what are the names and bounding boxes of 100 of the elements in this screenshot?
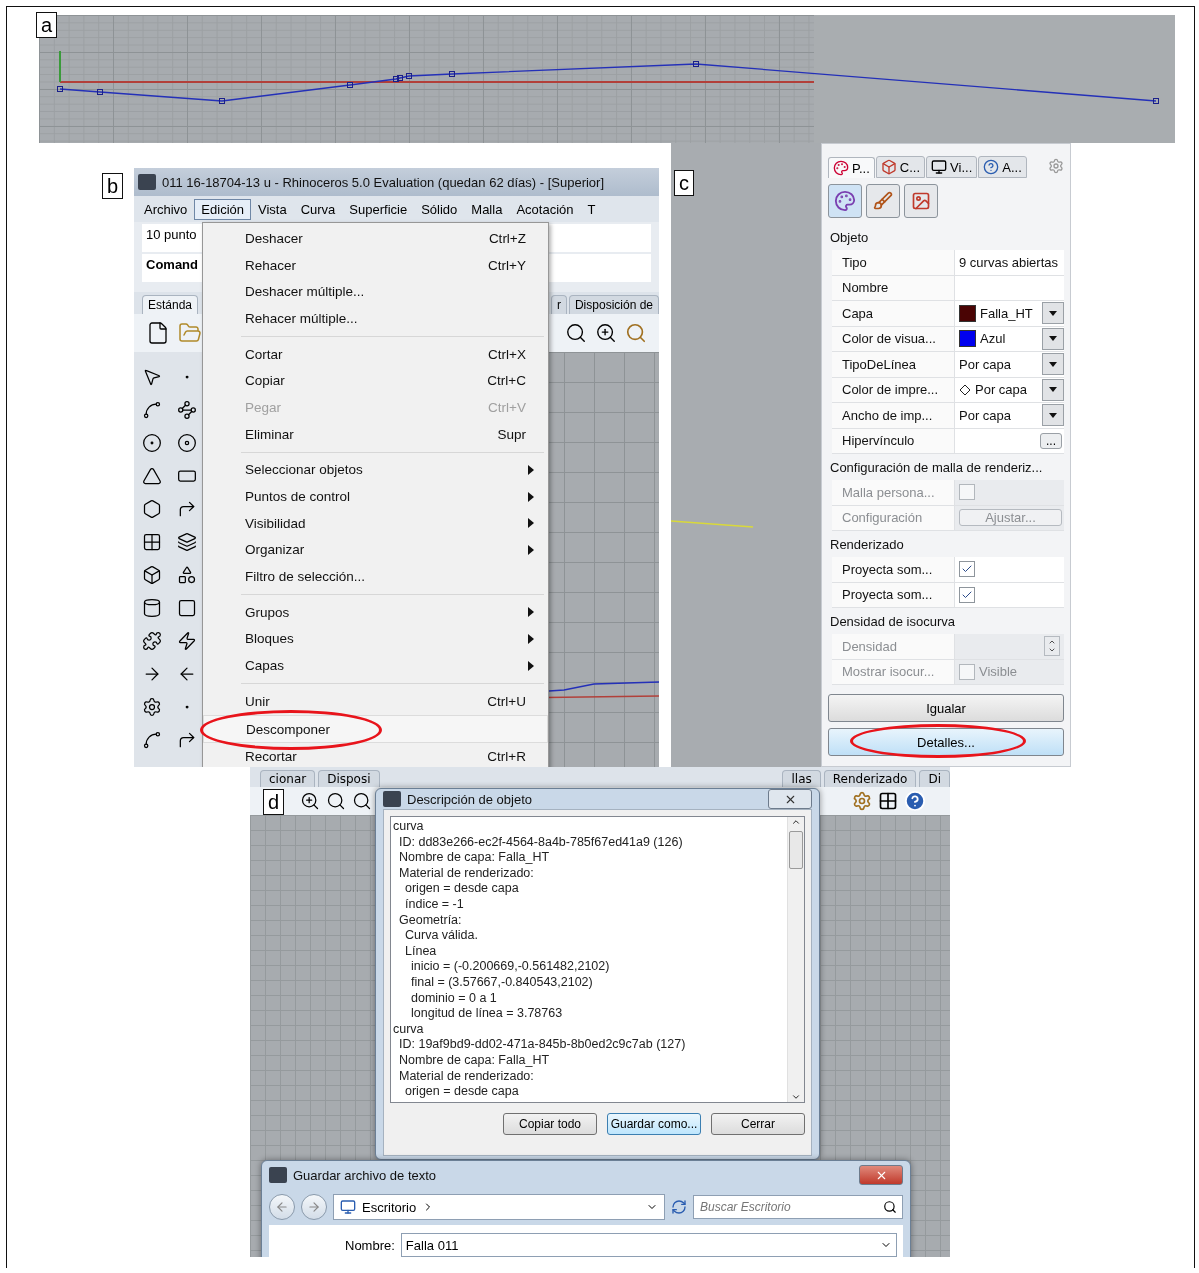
menu-item[interactable]: Eliminar Supr xyxy=(203,420,548,448)
polygon-icon[interactable] xyxy=(141,465,162,486)
dialog-button[interactable]: Cerrar xyxy=(711,1112,805,1135)
app-icon xyxy=(383,791,401,807)
section-title: Densidad de isocurva xyxy=(829,612,957,631)
refresh-icon[interactable] xyxy=(671,1199,687,1215)
shapes-icon[interactable] xyxy=(176,564,197,585)
menu-item[interactable]: Edición xyxy=(194,198,251,220)
up-caret-icon[interactable] xyxy=(791,817,801,827)
monitor-icon xyxy=(340,1199,356,1215)
close-button[interactable] xyxy=(768,789,812,809)
field-label: Nombre: xyxy=(345,1237,395,1253)
menu-item[interactable]: Grupos xyxy=(203,598,548,626)
menu-item[interactable]: Acotación xyxy=(509,198,581,220)
gear-icon[interactable] xyxy=(141,696,162,717)
texture-button[interactable] xyxy=(904,184,938,218)
menu-item[interactable]: Capas xyxy=(203,652,548,679)
location-bar[interactable]: Escritorio xyxy=(333,1194,665,1220)
close-button[interactable] xyxy=(859,1165,903,1185)
toolbar-tab[interactable]: r xyxy=(550,295,567,314)
menu-item[interactable]: Filtro de selección... xyxy=(203,563,548,590)
menu-item[interactable]: Recortar Ctrl+R xyxy=(203,743,548,767)
menu-item[interactable]: Descomponer xyxy=(203,714,548,744)
dropdown-button[interactable] xyxy=(1042,378,1064,401)
color-wheel-button[interactable] xyxy=(828,184,862,218)
toolbar-tab[interactable]: Estánda xyxy=(142,295,199,314)
panel-tab[interactable]: P... xyxy=(828,157,875,178)
cylinder-icon[interactable] xyxy=(141,597,162,618)
surface-grid-icon[interactable] xyxy=(141,531,162,552)
zoom-extents-icon[interactable] xyxy=(352,791,372,811)
curve-points-icon[interactable] xyxy=(176,399,197,420)
puzzle-icon[interactable] xyxy=(141,630,162,651)
menu-item[interactable]: Archivo xyxy=(137,198,195,220)
menu-item[interactable]: Bloques xyxy=(203,625,548,653)
shortcut-label: Ctrl+X xyxy=(488,346,526,362)
panel-button[interactable]: Detalles... xyxy=(828,728,1064,756)
toolbar-tab[interactable]: Renderizado xyxy=(823,770,917,787)
panel-tab[interactable]: Vi... xyxy=(926,156,978,178)
help-icon[interactable] xyxy=(904,790,926,812)
new-file-icon[interactable] xyxy=(146,321,170,345)
zoom-window-icon[interactable] xyxy=(565,322,587,344)
location-text: Escritorio xyxy=(362,1199,417,1215)
zoom-selected-icon[interactable] xyxy=(625,322,647,344)
square-icon[interactable] xyxy=(176,597,197,618)
zoom-in-icon[interactable] xyxy=(300,791,320,811)
menu-item[interactable]: Malla xyxy=(464,198,510,220)
name-field[interactable]: Falla 011 xyxy=(400,1233,897,1257)
menu-item[interactable]: Deshacer Ctrl+Z xyxy=(203,225,548,252)
menu-item[interactable]: Rehacer múltiple... xyxy=(203,305,548,332)
menu-item[interactable]: Puntos de control xyxy=(203,483,548,510)
toolbar-tab[interactable]: Di xyxy=(919,770,950,787)
menu-item[interactable]: Curva xyxy=(293,198,343,220)
dropdown-button[interactable] xyxy=(1042,302,1064,325)
toolbar-tab[interactable]: Disposi xyxy=(318,770,380,787)
dialog-button[interactable]: Guardar como... xyxy=(607,1112,701,1135)
submenu-arrow-icon xyxy=(528,633,534,644)
zoom-window-icon[interactable] xyxy=(326,791,346,811)
more-button[interactable]: ... xyxy=(1040,432,1062,449)
menu-item[interactable]: Vista xyxy=(251,198,294,220)
folder-icon[interactable] xyxy=(178,321,202,345)
scrollbar[interactable] xyxy=(787,817,804,1102)
cube-icon[interactable] xyxy=(141,564,162,585)
brush-button[interactable] xyxy=(866,184,900,218)
property-value: Por capa xyxy=(959,356,1013,372)
menu-item[interactable]: Cortar Ctrl+X xyxy=(203,340,548,368)
menu-item[interactable]: T xyxy=(580,198,603,220)
settings-icon[interactable] xyxy=(1048,158,1064,174)
zoom-extents-icon[interactable] xyxy=(595,322,617,344)
dropdown-button[interactable] xyxy=(1042,327,1064,350)
menu-item[interactable]: Sólido xyxy=(414,198,465,220)
lightning-icon[interactable] xyxy=(176,630,197,651)
listing-line: dominio = 0 a 1 xyxy=(411,990,497,1005)
checkbox[interactable] xyxy=(959,561,975,578)
menu-item[interactable]: Seleccionar objetos xyxy=(203,456,548,484)
panel-button[interactable]: Igualar xyxy=(828,694,1064,722)
dialog-button[interactable]: Copiar todo xyxy=(503,1112,597,1135)
dropdown-button[interactable] xyxy=(1042,404,1064,427)
panel-tab[interactable]: C... xyxy=(875,156,926,178)
panel-label: d xyxy=(263,789,285,815)
menu-item[interactable]: Rehacer Ctrl+Y xyxy=(203,251,548,279)
ellipse-icon[interactable] xyxy=(176,432,197,453)
layers-icon[interactable] xyxy=(176,531,197,552)
menu-item[interactable]: Organizar xyxy=(203,536,548,564)
menu-item[interactable]: Deshacer múltiple... xyxy=(203,278,548,306)
polyline-icon[interactable] xyxy=(141,399,162,420)
toolbar-tab[interactable]: cionar xyxy=(260,770,316,787)
menu-item[interactable]: Copiar Ctrl+C xyxy=(203,367,548,395)
toolbar-tab[interactable]: llas xyxy=(782,770,821,787)
scroll-thumb[interactable] xyxy=(789,831,803,869)
checkbox[interactable] xyxy=(959,586,975,603)
menu-item[interactable]: Superficie xyxy=(342,198,415,220)
panel-tab[interactable]: A... xyxy=(978,156,1027,178)
spline-icon[interactable] xyxy=(141,729,162,750)
menu-item[interactable]: Unir Ctrl+U xyxy=(203,688,548,715)
circle-icon[interactable] xyxy=(141,432,162,453)
hexagon-icon[interactable] xyxy=(141,498,162,519)
dropdown-button[interactable] xyxy=(1042,353,1064,376)
menu-item[interactable]: Visibilidad xyxy=(203,509,548,537)
toolbar-tab[interactable]: Disposición de xyxy=(568,295,659,314)
search-field[interactable]: Buscar Escritorio xyxy=(693,1195,903,1219)
